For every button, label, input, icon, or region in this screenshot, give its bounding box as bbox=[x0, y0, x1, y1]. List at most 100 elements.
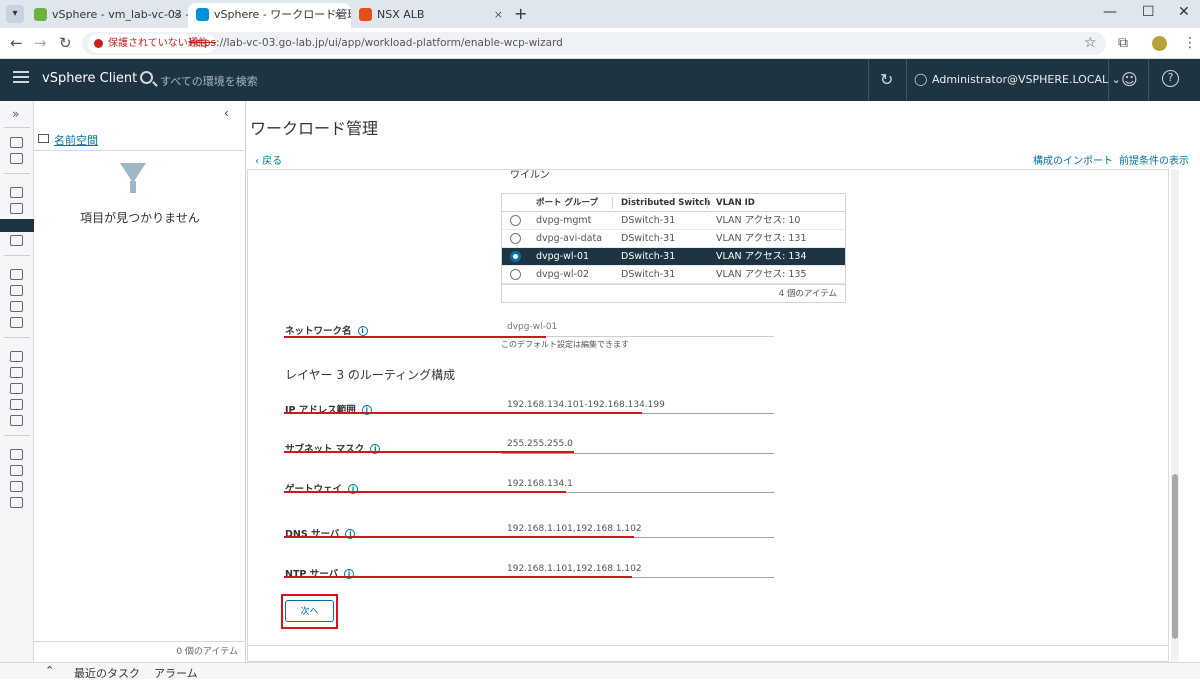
vms-templates-icon[interactable] bbox=[10, 203, 23, 214]
ntp-server-field[interactable]: 192.168.1.101,192.168.1.102 bbox=[507, 564, 642, 574]
page-title: ワークロード管理 bbox=[250, 119, 379, 138]
gateway-field[interactable]: 192.168.134.1 bbox=[507, 479, 573, 489]
highlight-underline bbox=[284, 451, 574, 453]
row-radio[interactable] bbox=[510, 233, 521, 244]
content-library-icon[interactable] bbox=[10, 269, 23, 280]
url-input[interactable]: 保護されていない通信 https://lab-vc-03.go-lab.jp/u… bbox=[82, 32, 1106, 55]
browser-tab-workload[interactable]: vSphere - ワークロード管理 × bbox=[188, 3, 351, 28]
ip-range-field[interactable]: 192.168.134.101-192.168.134.199 bbox=[507, 400, 665, 410]
column-header-port-group[interactable]: ポート グループ bbox=[536, 194, 598, 212]
maximize-button[interactable]: ☐ bbox=[1142, 4, 1155, 20]
refresh-icon[interactable]: ↻ bbox=[880, 70, 893, 89]
network-name-field[interactable]: dvpg-wl-01 bbox=[507, 322, 557, 332]
new-tab-button[interactable]: + bbox=[514, 4, 527, 23]
column-header-vlan[interactable]: VLAN ID bbox=[716, 194, 755, 212]
close-tab-icon[interactable]: × bbox=[173, 3, 182, 26]
feedback-smiley-icon[interactable]: ☺ bbox=[1121, 70, 1138, 89]
row-radio[interactable] bbox=[510, 215, 521, 226]
back-button[interactable]: ← bbox=[10, 34, 23, 52]
tasks-icon[interactable] bbox=[10, 367, 23, 378]
grid-header: ポート グループ Distributed Switch VLAN ID bbox=[502, 194, 845, 212]
inventory-tree-panel: ‹ 名前空間 項目が見つかりません 0 個のアイテム bbox=[34, 101, 246, 662]
tree-tab-label[interactable]: 名前空間 bbox=[54, 132, 98, 148]
network-name-hint: このデフォルト設定は編集できます bbox=[501, 340, 629, 349]
section-title: レイヤー 3 のルーティング構成 bbox=[285, 368, 456, 382]
minimize-button[interactable]: — bbox=[1103, 4, 1117, 20]
global-search-input[interactable]: すべての環境を検索 bbox=[160, 73, 258, 89]
next-button[interactable]: 次へ bbox=[285, 600, 334, 622]
skyline-icon[interactable] bbox=[10, 449, 23, 460]
storage-icon[interactable] bbox=[10, 235, 23, 246]
info-icon[interactable]: i bbox=[357, 326, 368, 336]
shortcuts-icon[interactable] bbox=[10, 153, 23, 164]
scrollbar-thumb[interactable] bbox=[1172, 474, 1178, 639]
search-icon[interactable] bbox=[140, 71, 153, 84]
tree-tab-namespaces[interactable]: 名前空間 bbox=[34, 129, 246, 151]
row-radio-selected[interactable] bbox=[510, 251, 521, 262]
grid-item-count: 4 個のアイテム bbox=[502, 284, 845, 302]
subnet-mask-field[interactable]: 255.255.255.0 bbox=[507, 439, 573, 449]
vsphere-favicon-icon bbox=[196, 8, 209, 21]
expand-rail-icon[interactable]: » bbox=[12, 107, 19, 121]
address-bar: ← → ↻ 保護されていない通信 https://lab-vc-03.go-la… bbox=[0, 28, 1200, 59]
dns-server-field[interactable]: 192.168.1.101,192.168.1.102 bbox=[507, 524, 642, 534]
extensions-icon[interactable]: ⧉ bbox=[1118, 35, 1128, 51]
show-prerequisites-link[interactable]: 前提条件の表示 bbox=[1119, 152, 1189, 167]
forward-button[interactable]: → bbox=[34, 34, 47, 52]
chevron-down-icon: ⌄ bbox=[1111, 73, 1121, 86]
browser-menu-icon[interactable]: ⋮ bbox=[1183, 35, 1197, 51]
events-icon[interactable] bbox=[10, 383, 23, 394]
table-row[interactable]: dvpg-mgmt DSwitch-31 VLAN アクセス: 10 bbox=[502, 212, 845, 230]
add-icon[interactable] bbox=[10, 481, 23, 492]
table-row[interactable]: dvpg-avi-data DSwitch-31 VLAN アクセス: 131 bbox=[502, 230, 845, 248]
highlight-underline bbox=[284, 336, 546, 338]
main-content: ワークロード管理 ‹ 戻る 構成のインポート 前提条件の表示 ワイルン ポート … bbox=[247, 101, 1200, 662]
vsphere-favicon-icon bbox=[34, 8, 47, 21]
aria-icon[interactable] bbox=[10, 465, 23, 476]
reload-button[interactable]: ↻ bbox=[59, 34, 72, 52]
empty-state-message: 項目が見つかりません bbox=[80, 211, 200, 225]
browser-tab-nsx[interactable]: NSX ALB × bbox=[351, 3, 511, 28]
close-tab-icon[interactable]: × bbox=[494, 3, 503, 26]
collapse-panel-icon[interactable]: ‹ bbox=[224, 106, 229, 120]
highlight-underline bbox=[284, 491, 566, 493]
bottom-panel-bar: ⌃ 最近のタスク アラーム bbox=[0, 662, 1200, 680]
policies-icon[interactable] bbox=[10, 285, 23, 296]
administration-icon[interactable] bbox=[10, 351, 23, 362]
expand-bottom-panel-icon[interactable]: ⌃ bbox=[45, 664, 54, 677]
highlight-underline bbox=[284, 412, 642, 414]
home-icon[interactable] bbox=[10, 137, 23, 148]
back-link[interactable]: ‹ 戻る bbox=[255, 152, 282, 167]
column-header-switch[interactable]: Distributed Switch bbox=[621, 194, 710, 212]
help-icon[interactable]: ? bbox=[1162, 70, 1179, 87]
table-row[interactable]: dvpg-wl-02 DSwitch-31 VLAN アクセス: 135 bbox=[502, 266, 845, 284]
network-name-label: ネットワーク名 i bbox=[285, 323, 368, 337]
wizard-panel: ワイルン ポート グループ Distributed Switch VLAN ID… bbox=[247, 169, 1169, 662]
tab-search-button[interactable]: ▾ bbox=[6, 5, 24, 23]
wizard-scrollbar[interactable] bbox=[1171, 169, 1179, 662]
import-config-link[interactable]: 構成のインポート bbox=[1033, 152, 1113, 167]
checklist-icon[interactable] bbox=[10, 497, 23, 508]
close-tab-icon[interactable]: × bbox=[334, 3, 343, 26]
app-title[interactable]: vSphere Client bbox=[42, 71, 137, 86]
user-menu[interactable]: Administrator@VSPHERE.LOCAL ⌄ bbox=[932, 73, 1121, 86]
row-radio[interactable] bbox=[510, 269, 521, 280]
vsphere-header: vSphere Client すべての環境を検索 ↻ ◯ Administrat… bbox=[0, 59, 1200, 101]
developer-icon[interactable] bbox=[10, 317, 23, 328]
url-text: https://lab-vc-03.go-lab.jp/ui/app/workl… bbox=[189, 37, 563, 49]
lifecycle-icon[interactable] bbox=[10, 415, 23, 426]
left-icon-rail: » bbox=[0, 101, 34, 662]
cloud-icon[interactable] bbox=[10, 301, 23, 312]
workload-management-icon[interactable] bbox=[0, 219, 34, 232]
browser-tab-vm[interactable]: vSphere - vm_lab-vc-03 - 仮想マ × bbox=[26, 3, 190, 28]
close-window-button[interactable]: ✕ bbox=[1178, 4, 1190, 20]
hosts-clusters-icon[interactable] bbox=[10, 187, 23, 198]
tags-icon[interactable] bbox=[10, 399, 23, 410]
highlight-underline bbox=[284, 536, 634, 538]
table-row-selected[interactable]: dvpg-wl-01 DSwitch-31 VLAN アクセス: 134 bbox=[502, 248, 845, 266]
tree-item-count: 0 個のアイテム bbox=[34, 641, 246, 662]
bookmark-star-icon[interactable]: ☆ bbox=[1084, 35, 1097, 51]
profile-avatar[interactable] bbox=[1152, 36, 1167, 51]
hamburger-menu-icon[interactable] bbox=[13, 71, 29, 83]
filter-funnel-icon bbox=[120, 163, 146, 183]
